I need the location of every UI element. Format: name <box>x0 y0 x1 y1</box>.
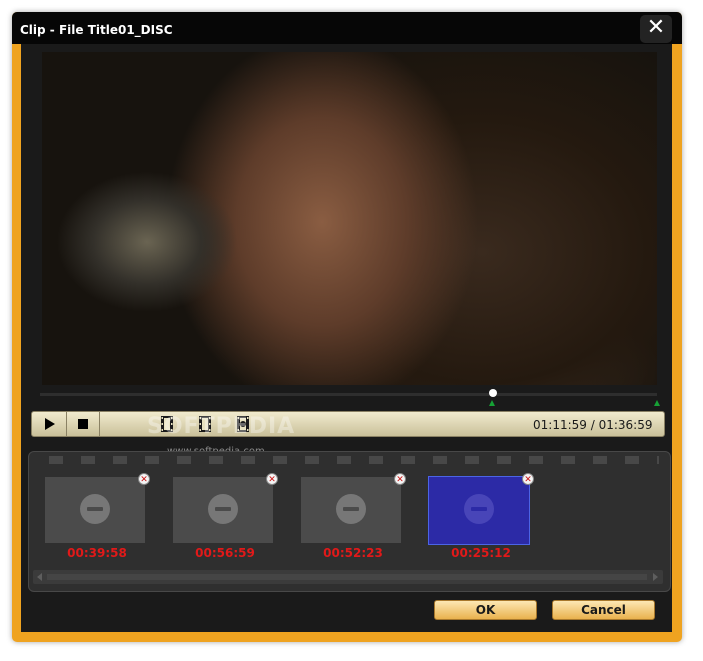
clip-time-2: 00:56:59 <box>195 546 255 560</box>
minus-icon <box>208 494 238 524</box>
scroll-right-icon[interactable] <box>653 573 658 581</box>
close-icon[interactable]: ✕ <box>640 15 672 43</box>
scroll-left-icon[interactable] <box>37 573 42 581</box>
scrollbar-track[interactable] <box>47 574 647 580</box>
clip-thumbnail-4[interactable] <box>428 476 530 545</box>
minus-icon <box>464 494 494 524</box>
remove-clip-2-icon[interactable]: ✕ <box>266 473 278 485</box>
play-icon <box>45 418 55 430</box>
clip-time-1: 00:39:58 <box>67 546 127 560</box>
start-marker-icon[interactable] <box>489 400 495 406</box>
film-perforations <box>49 456 659 464</box>
remove-clip-4-icon[interactable]: ✕ <box>522 473 534 485</box>
clip-time-4: 00:25:12 <box>451 546 511 560</box>
clip-thumbnail-1[interactable] <box>45 477 145 543</box>
ok-button[interactable]: OK <box>434 600 537 620</box>
time-display: 01:11:59 / 01:36:59 <box>533 418 653 432</box>
watermark-text: SOFTPEDIA <box>147 414 296 439</box>
minus-icon <box>336 494 366 524</box>
stop-icon <box>78 419 88 429</box>
stop-button[interactable] <box>67 412 100 436</box>
clip-time-3: 00:52:23 <box>323 546 383 560</box>
clip-thumbnail-3[interactable] <box>301 477 401 543</box>
clip-thumbnail-2[interactable] <box>173 477 273 543</box>
seek-bar[interactable] <box>40 393 657 396</box>
remove-clip-3-icon[interactable]: ✕ <box>394 473 406 485</box>
clip-strip-scrollbar[interactable] <box>33 570 663 584</box>
window-title: Clip - File Title01_DISC <box>20 23 173 37</box>
remove-clip-1-icon[interactable]: ✕ <box>138 473 150 485</box>
end-marker-icon[interactable] <box>654 400 660 406</box>
minus-icon <box>80 494 110 524</box>
play-button[interactable] <box>34 412 67 436</box>
playhead-handle[interactable] <box>489 389 497 397</box>
video-preview <box>42 52 657 385</box>
cancel-button[interactable]: Cancel <box>552 600 655 620</box>
